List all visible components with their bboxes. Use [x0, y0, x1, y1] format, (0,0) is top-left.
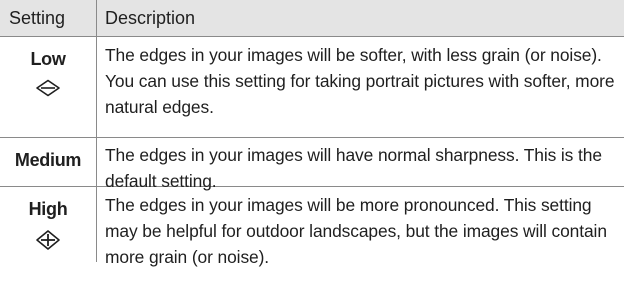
header-setting: Setting [9, 8, 66, 28]
description-medium: The edges in your images will have norma… [105, 145, 602, 191]
description-high: The edges in your images will be more pr… [105, 195, 607, 267]
soft-sharpness-icon [36, 79, 60, 97]
table-header [0, 0, 624, 36]
description-low: The edges in your images will be softer,… [105, 45, 615, 117]
row-divider [0, 36, 624, 37]
setting-label-low: Low [30, 49, 66, 69]
table-row-low-setting: Low [0, 48, 96, 97]
settings-table: Setting Description Low The edges in you… [0, 0, 624, 267]
column-divider [96, 0, 97, 262]
high-sharpness-icon [36, 230, 60, 250]
setting-label-high: High [28, 199, 68, 219]
row-divider [0, 137, 624, 138]
header-description: Description [105, 8, 196, 28]
table-row-medium-setting: Medium [0, 149, 96, 171]
table-row-high-setting: High [0, 198, 96, 251]
setting-label-medium: Medium [14, 150, 82, 170]
